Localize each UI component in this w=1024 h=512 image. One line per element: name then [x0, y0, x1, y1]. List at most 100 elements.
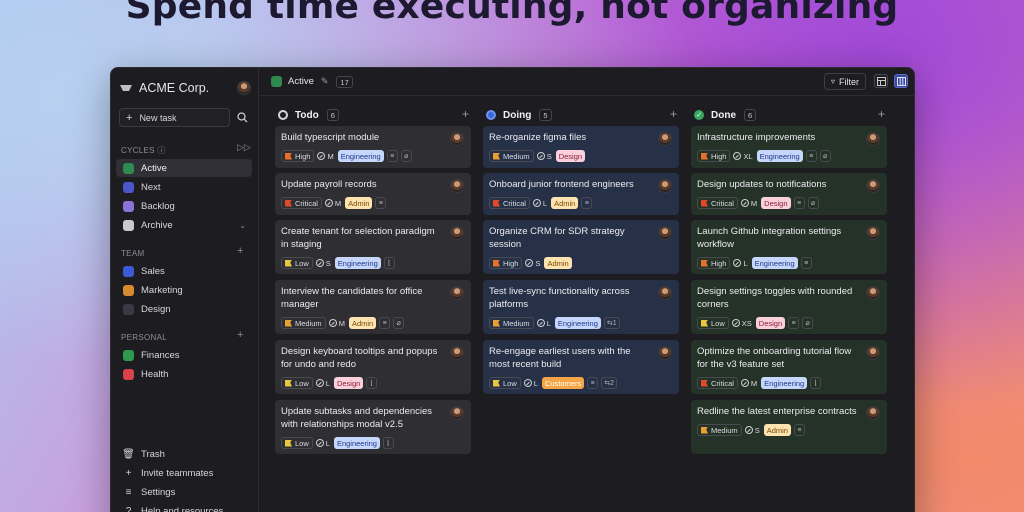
estimate-badge[interactable]: S	[525, 259, 540, 268]
estimate-badge[interactable]: M	[740, 199, 757, 208]
add-task-icon[interactable]: +	[462, 107, 469, 121]
task-card[interactable]: Update payroll records Critical M Admin ≡	[275, 173, 471, 215]
estimate-badge[interactable]: XS	[731, 319, 752, 328]
priority-badge[interactable]: Critical	[697, 377, 738, 389]
priority-badge[interactable]: Low	[281, 377, 313, 389]
sidebar-item-backlog[interactable]: Backlog	[116, 197, 252, 215]
estimate-badge[interactable]: L	[733, 259, 748, 268]
workspace-switcher[interactable]: ACME Corp.	[119, 76, 251, 100]
priority-badge[interactable]: Medium	[697, 424, 742, 436]
sidebar-item-next[interactable]: Next	[116, 178, 252, 196]
task-card[interactable]: Optimize the onboarding tutorial flow fo…	[691, 340, 887, 394]
task-label-tag[interactable]: Customers	[541, 377, 585, 389]
task-label-tag[interactable]: Admin	[551, 197, 579, 209]
filter-button[interactable]: ▿ Filter	[823, 73, 866, 90]
priority-badge[interactable]: Critical	[697, 197, 738, 209]
sidebar-item-help-and-resources[interactable]: ? Help and resources	[116, 502, 252, 512]
task-card[interactable]: Onboard junior frontend engineers Critica…	[483, 173, 679, 215]
assignee-avatar[interactable]	[450, 226, 464, 240]
task-card[interactable]: Interview the candidates for office mana…	[275, 280, 471, 334]
user-avatar[interactable]	[237, 81, 251, 95]
assignee-avatar[interactable]	[658, 179, 672, 193]
sidebar-item-trash[interactable]: 🗑 Trash	[116, 445, 252, 463]
task-label-tag[interactable]: Engineering	[333, 437, 380, 449]
sidebar-item-health[interactable]: Health	[116, 365, 252, 383]
estimate-badge[interactable]: M	[317, 152, 334, 161]
add-task-icon[interactable]: +	[670, 107, 677, 121]
sidebar-item-active[interactable]: Active	[116, 159, 252, 177]
priority-badge[interactable]: Low	[281, 437, 313, 449]
priority-badge[interactable]: Low	[489, 377, 521, 389]
collapse-icon[interactable]: ▷▷	[237, 142, 251, 153]
task-card[interactable]: Re-engage earliest users with the most r…	[483, 340, 679, 394]
assignee-avatar[interactable]	[866, 132, 880, 146]
task-label-tag[interactable]: Admin	[544, 257, 572, 269]
assignee-avatar[interactable]	[450, 179, 464, 193]
search-icon[interactable]	[237, 112, 248, 123]
assignee-avatar[interactable]	[658, 226, 672, 240]
assignee-avatar[interactable]	[658, 286, 672, 300]
priority-badge[interactable]: High	[697, 150, 731, 162]
priority-badge[interactable]: Critical	[281, 197, 322, 209]
estimate-badge[interactable]: S	[315, 259, 331, 268]
sidebar-item-design[interactable]: Design	[116, 300, 252, 318]
task-card[interactable]: Launch Github integration settings workf…	[691, 220, 887, 274]
assignee-avatar[interactable]	[450, 406, 464, 420]
sidebar-item-sales[interactable]: Sales	[116, 262, 252, 280]
sidebar-item-marketing[interactable]: Marketing	[116, 281, 252, 299]
task-card[interactable]: Organize CRM for SDR strategy session Hig…	[483, 220, 679, 274]
task-label-tag[interactable]: Admin	[763, 424, 791, 436]
task-card[interactable]: Re-organize figma files Medium S Design	[483, 126, 679, 168]
chevron-down-icon[interactable]: ⌄	[239, 221, 246, 230]
priority-badge[interactable]: High	[281, 150, 315, 162]
estimate-badge[interactable]: XL	[733, 152, 753, 161]
task-label-tag[interactable]: Admin	[348, 317, 377, 329]
task-label-tag[interactable]: Design	[333, 377, 364, 389]
task-card[interactable]: Infrastructure improvements High XL Enginee…	[691, 126, 887, 168]
priority-badge[interactable]: Medium	[281, 317, 326, 329]
priority-badge[interactable]: Medium	[489, 317, 534, 329]
task-label-tag[interactable]: Engineering	[334, 257, 381, 269]
task-label-tag[interactable]: Engineering	[756, 150, 803, 162]
task-card[interactable]: Design keyboard tooltips and popups for …	[275, 340, 471, 394]
task-label-tag[interactable]: Engineering	[337, 150, 384, 162]
task-label-tag[interactable]: Engineering	[751, 257, 798, 269]
add-task-icon[interactable]: +	[878, 107, 885, 121]
add-personal-icon[interactable]: +	[237, 329, 243, 341]
task-card[interactable]: Create tenant for selection paradigm in …	[275, 220, 471, 274]
estimate-badge[interactable]: L	[315, 439, 330, 448]
assignee-avatar[interactable]	[866, 406, 880, 420]
task-label-tag[interactable]: Design	[555, 150, 586, 162]
assignee-avatar[interactable]	[658, 346, 672, 360]
assignee-avatar[interactable]	[658, 132, 672, 146]
priority-badge[interactable]: Low	[697, 317, 729, 329]
task-label-tag[interactable]: Engineering	[761, 377, 808, 389]
priority-badge[interactable]: High	[489, 257, 523, 269]
sidebar-item-settings[interactable]: ≡ Settings	[116, 483, 252, 501]
sidebar-item-archive[interactable]: Archive ⌄	[116, 216, 252, 234]
task-card[interactable]: Design updates to notifications Critical M…	[691, 173, 887, 215]
priority-badge[interactable]: Low	[281, 257, 313, 269]
priority-badge[interactable]: High	[697, 257, 731, 269]
sidebar-item-invite-teammates[interactable]: + Invite teammates	[116, 464, 252, 482]
list-view-button[interactable]	[874, 74, 888, 88]
assignee-avatar[interactable]	[450, 132, 464, 146]
edit-icon[interactable]: ✎	[321, 76, 329, 87]
add-team-icon[interactable]: +	[237, 245, 243, 257]
board-view-button[interactable]	[894, 74, 908, 88]
task-card[interactable]: Update subtasks and dependencies with re…	[275, 400, 471, 454]
assignee-avatar[interactable]	[450, 346, 464, 360]
estimate-badge[interactable]: M	[740, 379, 757, 388]
estimate-badge[interactable]: M	[324, 199, 341, 208]
task-card[interactable]: Test live-sync functionality across plat…	[483, 280, 679, 334]
assignee-avatar[interactable]	[866, 179, 880, 193]
task-label-tag[interactable]: Design	[755, 317, 786, 329]
assignee-avatar[interactable]	[866, 226, 880, 240]
priority-badge[interactable]: Medium	[489, 150, 534, 162]
estimate-badge[interactable]: L	[523, 379, 538, 388]
priority-badge[interactable]: Critical	[489, 197, 530, 209]
task-label-tag[interactable]: Design	[761, 197, 791, 209]
task-card[interactable]: Redline the latest enterprise contracts M…	[691, 400, 887, 454]
task-label-tag[interactable]: Engineering	[554, 317, 601, 329]
estimate-badge[interactable]: L	[315, 379, 330, 388]
